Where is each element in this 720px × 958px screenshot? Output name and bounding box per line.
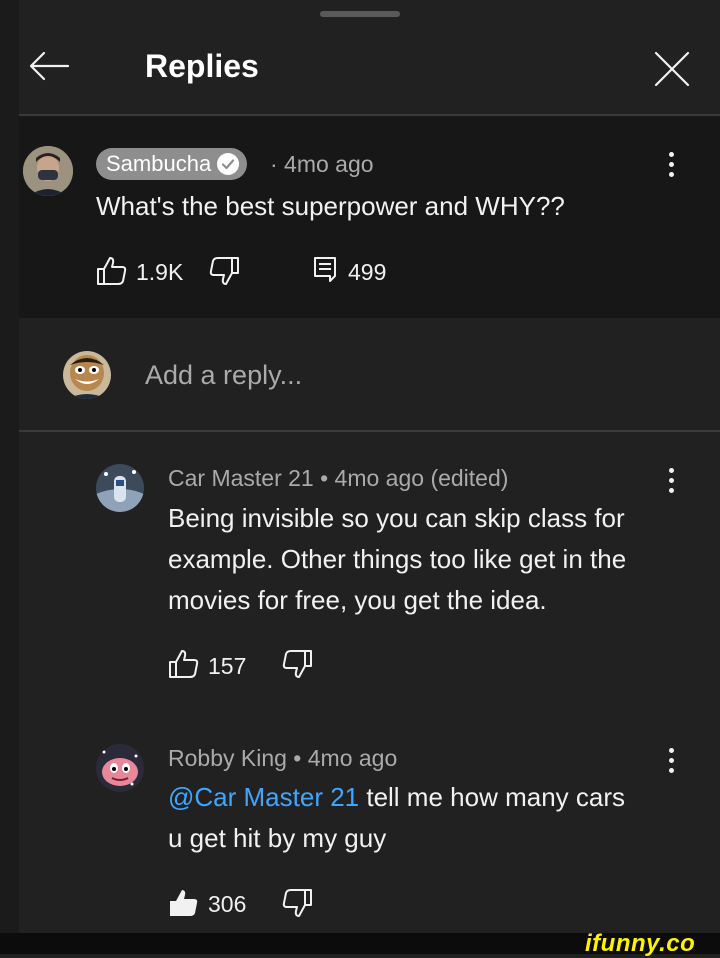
dislike-icon[interactable] xyxy=(281,888,313,923)
reply-author-time: Car Master 21 • 4mo ago (edited) xyxy=(168,465,509,491)
more-vert-icon[interactable] xyxy=(669,468,675,498)
reply-count: 499 xyxy=(348,259,387,285)
like-count: 1.9K xyxy=(136,259,184,285)
author-name: Sambucha xyxy=(106,151,212,176)
reply-divider xyxy=(19,430,720,432)
avatar[interactable] xyxy=(23,146,73,196)
add-reply-input[interactable]: Add a reply... xyxy=(145,360,302,391)
more-vert-icon[interactable] xyxy=(669,152,675,182)
arrow-left-icon[interactable] xyxy=(28,50,70,87)
dislike-icon[interactable] xyxy=(208,256,240,291)
reply-author-time: Robby King • 4mo ago xyxy=(168,745,398,771)
author-badge[interactable]: Sambucha xyxy=(96,148,248,180)
like-filled-icon[interactable] xyxy=(168,888,200,923)
comment-time: · 4mo ago xyxy=(270,151,374,177)
reply-avatar[interactable] xyxy=(96,464,144,512)
comment-icon[interactable] xyxy=(313,256,337,291)
more-vert-icon[interactable] xyxy=(669,748,675,778)
reply-text: Being invisible so you can skip class fo… xyxy=(168,503,627,615)
like-count: 157 xyxy=(208,653,247,679)
like-icon[interactable] xyxy=(168,649,200,684)
drag-handle[interactable] xyxy=(320,11,400,17)
page-title: Replies xyxy=(145,48,259,84)
like-icon[interactable] xyxy=(96,256,128,291)
reply-avatar[interactable] xyxy=(96,744,144,792)
comment-text: What's the best superpower and WHY?? xyxy=(96,191,565,221)
left-edge xyxy=(0,0,19,954)
user-avatar xyxy=(63,351,111,399)
close-icon[interactable] xyxy=(653,50,691,93)
reply-text: @Car Master 21 tell me how many cars u g… xyxy=(168,777,638,859)
verified-check-icon xyxy=(217,153,240,175)
mention-link[interactable]: @Car Master 21 xyxy=(168,782,359,812)
dislike-icon[interactable] xyxy=(281,649,313,684)
like-count: 306 xyxy=(208,891,247,917)
